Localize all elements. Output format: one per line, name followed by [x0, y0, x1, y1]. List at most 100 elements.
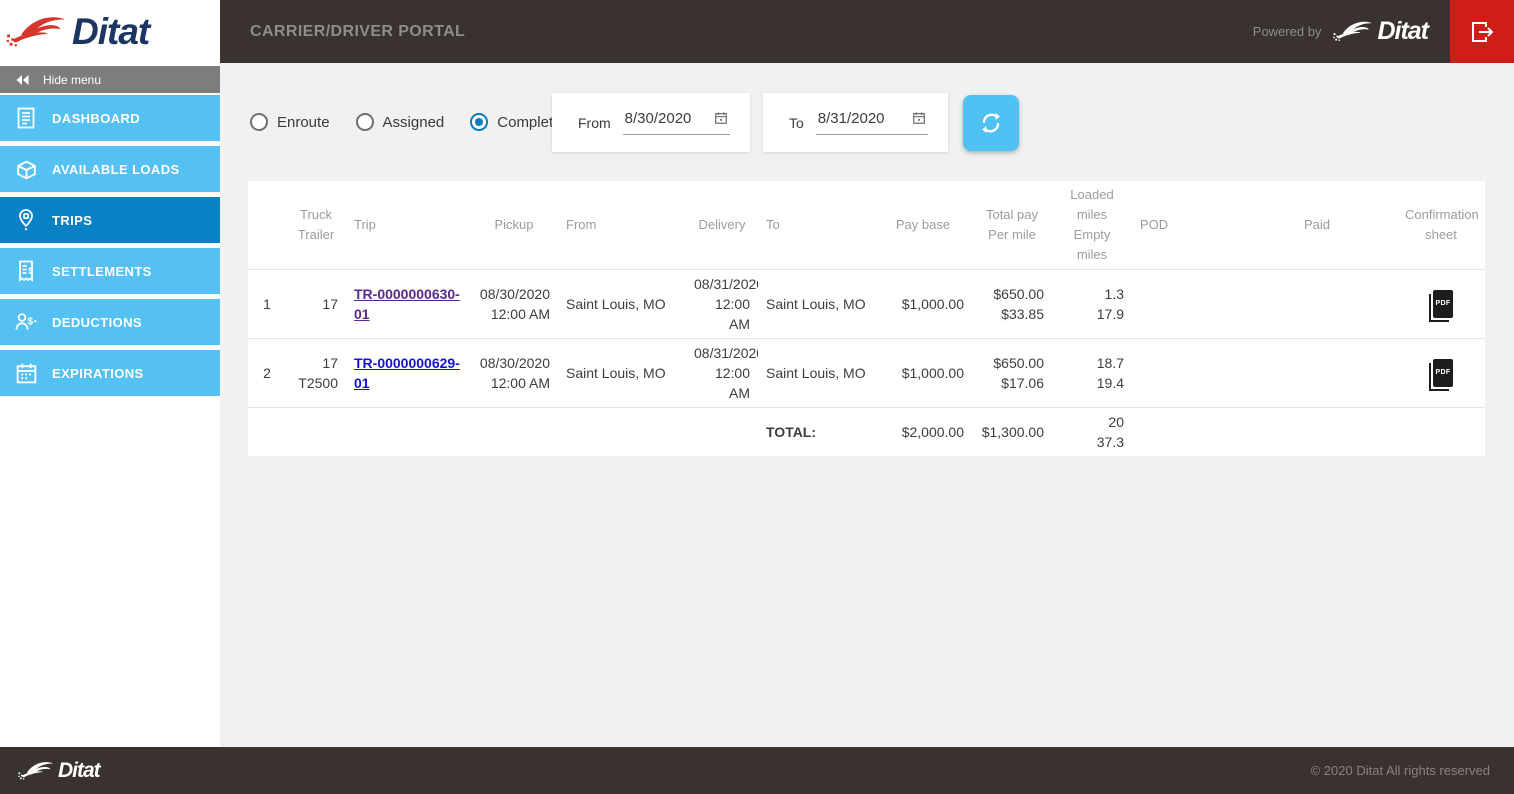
powered-by-label: Powered by: [1253, 24, 1322, 39]
receipt-icon: $: [0, 259, 52, 283]
ditat-swoosh-icon: [18, 759, 56, 783]
col-header-pickup: Pickup: [470, 181, 558, 270]
hide-menu-button[interactable]: Hide menu: [0, 66, 220, 93]
table-header-row: TruckTrailer Trip Pickup From Delivery T…: [248, 181, 1485, 270]
total-pay-base: $2,000.00: [874, 408, 972, 457]
from-cell: Saint Louis, MO: [558, 339, 686, 408]
pdf-icon[interactable]: PDF: [1433, 290, 1454, 318]
delivery-cell: 08/31/202012:00 AM: [686, 339, 758, 408]
brand-text: Ditat: [1377, 17, 1428, 46]
from-cell: Saint Louis, MO: [558, 270, 686, 339]
sidebar: Hide menu DASHBOARD AVAILABLE LOADS: [0, 63, 220, 747]
sidebar-item-expirations[interactable]: EXPIRATIONS: [0, 350, 220, 396]
col-header-paid: Paid: [1237, 181, 1397, 270]
radio-label: Assigned: [383, 114, 445, 131]
col-header-truck-trailer: TruckTrailer: [286, 181, 346, 270]
radio-circle[interactable]: [250, 113, 268, 131]
header: CARRIER/DRIVER PORTAL Powered by Ditat: [220, 0, 1514, 63]
radio-circle[interactable]: [470, 113, 488, 131]
top-bar: Ditat CARRIER/DRIVER PORTAL Powered by D…: [0, 0, 1514, 63]
refresh-button[interactable]: [963, 95, 1019, 151]
col-header-total-pay: Total payPer mile: [972, 181, 1052, 270]
table-row: 1 17 TR-0000000630-01 08/30/202012:00 AM…: [248, 270, 1485, 339]
brand-text: Ditat: [58, 759, 100, 783]
col-header-from: From: [558, 181, 686, 270]
sidebar-item-dashboard[interactable]: DASHBOARD: [0, 95, 220, 141]
to-cell: Saint Louis, MO: [758, 339, 874, 408]
row-number: 2: [248, 339, 286, 408]
total-pay-cell: $650.00$17.06: [972, 339, 1052, 408]
pay-base-cell: $1,000.00: [874, 270, 972, 339]
sidebar-item-label: DEDUCTIONS: [52, 315, 142, 330]
sidebar-item-settlements[interactable]: $ SETTLEMENTS: [0, 248, 220, 294]
confirmation-sheet-cell: PDF: [1397, 270, 1485, 339]
total-row: TOTAL: $2,000.00 $1,300.00 2037.3: [248, 408, 1485, 457]
row-number: 1: [248, 270, 286, 339]
trip-cell: TR-0000000630-01: [346, 270, 470, 339]
calendar-picker-icon[interactable]: [714, 111, 728, 130]
pickup-cell: 08/30/202012:00 AM: [470, 339, 558, 408]
col-header-delivery: Delivery: [686, 181, 758, 270]
page-title: CARRIER/DRIVER PORTAL: [220, 23, 465, 41]
radio-enroute[interactable]: Enroute: [250, 113, 330, 131]
sidebar-menu: DASHBOARD AVAILABLE LOADS TRIPS: [0, 95, 220, 396]
to-label: To: [789, 115, 804, 131]
status-filter-group: Enroute Assigned Completed: [250, 113, 596, 131]
sidebar-item-label: TRIPS: [52, 213, 92, 228]
to-cell: Saint Louis, MO: [758, 270, 874, 339]
pdf-icon[interactable]: PDF: [1433, 359, 1454, 387]
calendar-picker-icon[interactable]: [912, 111, 926, 130]
footer-ditat-logo: Ditat: [18, 759, 100, 783]
svg-text:$: $: [28, 317, 34, 328]
delivery-cell: 08/31/202012:00 AM: [686, 270, 758, 339]
sidebar-item-available-loads[interactable]: AVAILABLE LOADS: [0, 146, 220, 192]
miles-cell: 1.317.9: [1052, 270, 1132, 339]
pay-base-cell: $1,000.00: [874, 339, 972, 408]
col-header-trip: Trip: [346, 181, 470, 270]
table-row: 2 17T2500 TR-0000000629-01 08/30/202012:…: [248, 339, 1485, 408]
confirmation-sheet-cell: PDF: [1397, 339, 1485, 408]
footer: Ditat © 2020 Ditat All rights reserved: [0, 747, 1514, 794]
total-miles: 2037.3: [1052, 408, 1132, 457]
trip-link[interactable]: TR-0000000630-01: [354, 286, 460, 322]
truck-trailer-cell: 17T2500: [286, 339, 346, 408]
app-logo: Ditat: [0, 0, 220, 63]
trip-cell: TR-0000000629-01: [346, 339, 470, 408]
calendar-icon: [0, 361, 52, 386]
trip-link[interactable]: TR-0000000629-01: [354, 355, 460, 391]
col-header-pod: POD: [1132, 181, 1237, 270]
from-label: From: [578, 115, 611, 131]
box-icon: [0, 157, 52, 182]
logout-button[interactable]: [1450, 0, 1514, 63]
pod-cell: [1132, 339, 1237, 408]
col-header-confirmation-sheet: Confirmationsheet: [1397, 181, 1485, 270]
radio-circle[interactable]: [356, 113, 374, 131]
col-header-num: [248, 181, 286, 270]
copyright-text: © 2020 Ditat All rights reserved: [1311, 763, 1490, 778]
ditat-logo: Ditat: [6, 11, 149, 53]
truck-trailer-cell: 17: [286, 270, 346, 339]
col-header-miles: Loaded milesEmpty miles: [1052, 181, 1132, 270]
col-header-to: To: [758, 181, 874, 270]
person-dollar-icon: $: [0, 309, 52, 335]
radio-label: Enroute: [277, 114, 330, 131]
total-pay-cell: $650.00$33.85: [972, 270, 1052, 339]
trips-table: TruckTrailer Trip Pickup From Delivery T…: [248, 181, 1485, 456]
map-pin-icon: [0, 208, 52, 232]
miles-cell: 18.719.4: [1052, 339, 1132, 408]
date-from-card: From: [552, 93, 750, 152]
radio-assigned[interactable]: Assigned: [356, 113, 445, 131]
paid-cell: [1237, 339, 1397, 408]
date-to-card: To: [763, 93, 948, 152]
pod-cell: [1132, 270, 1237, 339]
ditat-logo-white: Ditat: [1333, 17, 1428, 46]
main-content: Enroute Assigned Completed From To: [220, 63, 1514, 747]
paid-cell: [1237, 270, 1397, 339]
hide-menu-label: Hide menu: [43, 73, 101, 87]
sidebar-item-label: SETTLEMENTS: [52, 264, 152, 279]
total-total-pay: $1,300.00: [972, 408, 1052, 457]
ditat-swoosh-icon: [1333, 18, 1375, 45]
sidebar-item-deductions[interactable]: $ DEDUCTIONS: [0, 299, 220, 345]
dashboard-icon: [0, 106, 52, 130]
sidebar-item-trips[interactable]: TRIPS: [0, 197, 220, 243]
